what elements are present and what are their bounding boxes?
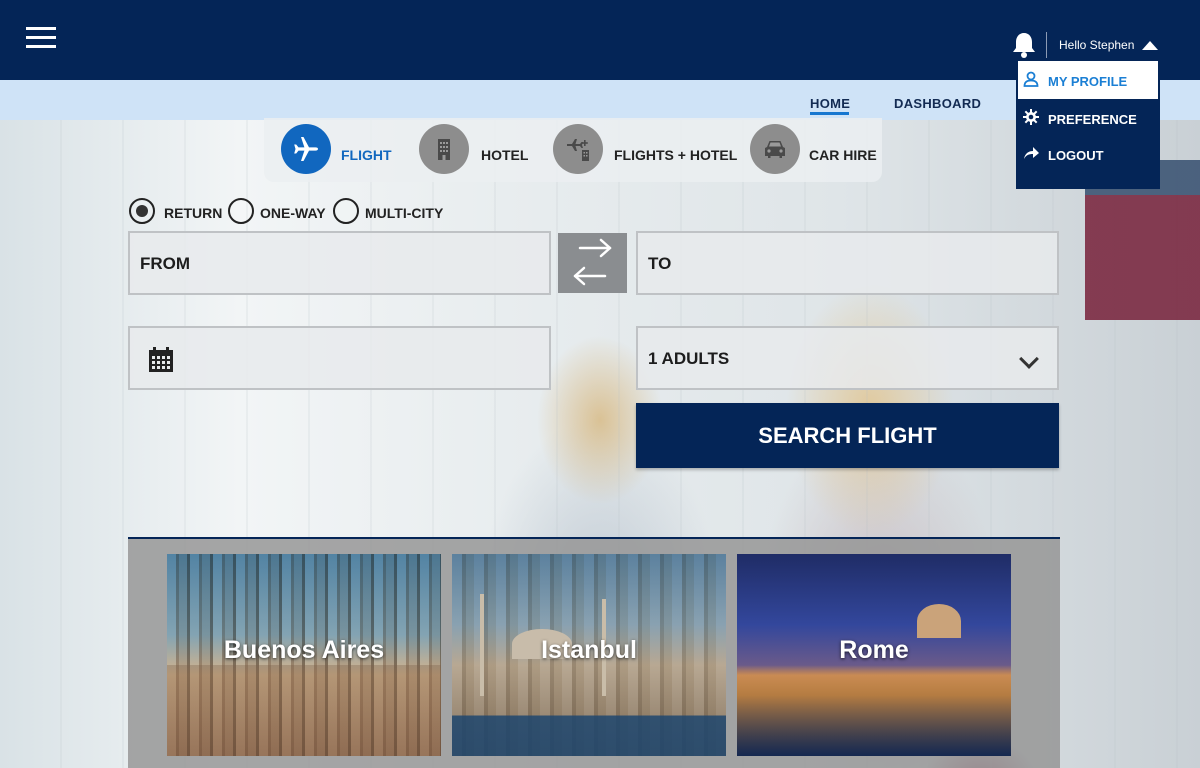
menu-item-logout[interactable]: LOGOUT: [1016, 135, 1160, 173]
notification-bell-icon[interactable]: [1011, 31, 1037, 59]
nav-home-link[interactable]: HOME: [810, 96, 850, 111]
tab-flight[interactable]: FLIGHT: [341, 147, 392, 163]
flight-plus-hotel-icon: [567, 139, 589, 161]
basilica-dome-decoration: [917, 604, 961, 638]
car-icon: [765, 141, 785, 158]
nav-dashboard-link[interactable]: DASHBOARD: [894, 96, 981, 111]
from-placeholder: FROM: [140, 254, 191, 273]
menu-item-my-profile[interactable]: MY PROFILE: [1018, 61, 1158, 99]
menu-item-preference[interactable]: PREFERENCE: [1016, 99, 1160, 137]
destination-card-buenos-aires[interactable]: Buenos Aires: [167, 554, 441, 756]
radio-one-way[interactable]: [228, 198, 254, 224]
tab-hotel-icon-button[interactable]: [419, 124, 469, 174]
passengers-select[interactable]: 1 ADULTS: [636, 326, 1059, 390]
radio-multi-city[interactable]: [333, 198, 359, 224]
destination-name: Rome: [839, 636, 909, 664]
calendar-icon: [147, 346, 175, 379]
tab-flights-hotel-icon-button[interactable]: [553, 124, 603, 174]
airplane-icon: [294, 137, 318, 161]
to-field[interactable]: TO: [636, 231, 1059, 295]
swap-locations-button[interactable]: [558, 233, 627, 293]
destination-card-rome[interactable]: Rome: [737, 554, 1011, 756]
radio-return[interactable]: [129, 198, 155, 224]
user-greeting[interactable]: Hello Stephen: [1059, 38, 1134, 52]
destination-card-istanbul[interactable]: Istanbul: [452, 554, 726, 756]
from-field[interactable]: FROM: [128, 231, 551, 295]
tab-flight-icon-button[interactable]: [281, 124, 331, 174]
tab-car-hire[interactable]: CAR HIRE: [809, 147, 877, 163]
header-divider: [1046, 32, 1047, 58]
radio-multi-city-label[interactable]: MULTI-CITY: [365, 205, 443, 221]
date-field[interactable]: [128, 326, 551, 390]
menu-item-label: MY PROFILE: [1048, 74, 1128, 89]
to-placeholder: TO: [648, 254, 672, 273]
swap-arrows-icon: [573, 238, 612, 286]
nav-active-indicator: [810, 112, 849, 115]
share-arrow-icon: [1023, 145, 1039, 161]
tab-car-hire-icon-button[interactable]: [750, 124, 800, 174]
chevron-down-icon: [1019, 349, 1039, 369]
destination-name: Buenos Aires: [223, 636, 385, 664]
gear-icon: [1023, 109, 1039, 125]
hotel-icon: [438, 139, 450, 160]
destination-name: Istanbul: [541, 636, 637, 664]
search-flight-button[interactable]: SEARCH FLIGHT: [636, 403, 1059, 468]
profile-dropdown-menu: MY PROFILE PREFERENCE LOGOUT: [1016, 59, 1160, 189]
tab-hotel[interactable]: HOTEL: [481, 147, 528, 163]
radio-one-way-label[interactable]: ONE-WAY: [260, 205, 326, 221]
radio-return-label[interactable]: RETURN: [164, 205, 222, 221]
caret-up-icon[interactable]: [1142, 41, 1158, 50]
tab-flights-hotel[interactable]: FLIGHTS + HOTEL: [614, 147, 737, 163]
hamburger-menu-icon[interactable]: [26, 27, 56, 49]
menu-item-label: LOGOUT: [1048, 148, 1104, 163]
menu-item-label: PREFERENCE: [1048, 112, 1137, 127]
user-icon: [1023, 71, 1039, 87]
passengers-value: 1 ADULTS: [648, 349, 730, 368]
